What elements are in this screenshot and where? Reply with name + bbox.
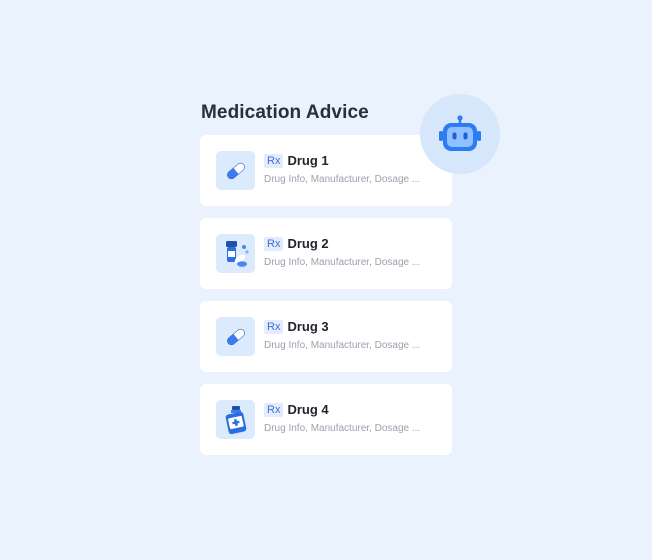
page-title: Medication Advice — [201, 102, 369, 123]
drug-name-row: Rx Drug 3 — [264, 319, 329, 334]
drug-name: Drug 1 — [287, 153, 329, 168]
drug-name-row: Rx Drug 1 — [264, 153, 329, 168]
capsule-icon — [226, 328, 245, 345]
assistant-avatar[interactable] — [420, 94, 500, 174]
drug-meta: Drug Info, Manufacturer, Dosage ... — [264, 257, 421, 268]
rx-badge: Rx — [264, 153, 284, 168]
medicine-bottle-icon — [225, 405, 246, 434]
pill-bottle-icon — [225, 240, 249, 267]
drug-meta: Drug Info, Manufacturer, Dosage ... — [264, 340, 421, 351]
drug-meta: Drug Info, Manufacturer, Dosage ... — [264, 174, 421, 185]
drug-thumbnail — [216, 400, 255, 439]
drug-name-row: Rx Drug 4 — [264, 402, 329, 417]
drug-name: Drug 2 — [287, 236, 329, 251]
drug-card[interactable]: Rx Drug 2 Drug Info, Manufacturer, Dosag… — [200, 218, 452, 289]
drug-thumbnail — [216, 234, 255, 273]
drug-thumbnail — [216, 151, 255, 190]
robot-icon — [439, 115, 481, 151]
rx-badge: Rx — [264, 236, 284, 251]
drug-name: Drug 4 — [287, 402, 329, 417]
drug-card[interactable]: Rx Drug 3 Drug Info, Manufacturer, Dosag… — [200, 301, 452, 372]
drug-list: Rx Drug 1 Drug Info, Manufacturer, Dosag… — [200, 135, 452, 467]
drug-thumbnail — [216, 317, 255, 356]
rx-badge: Rx — [264, 402, 284, 417]
capsule-icon — [226, 162, 245, 179]
drug-card[interactable]: Rx Drug 4 Drug Info, Manufacturer, Dosag… — [200, 384, 452, 455]
drug-card[interactable]: Rx Drug 1 Drug Info, Manufacturer, Dosag… — [200, 135, 452, 206]
drug-name-row: Rx Drug 2 — [264, 236, 329, 251]
rx-badge: Rx — [264, 319, 284, 334]
drug-meta: Drug Info, Manufacturer, Dosage ... — [264, 423, 421, 434]
drug-name: Drug 3 — [287, 319, 329, 334]
